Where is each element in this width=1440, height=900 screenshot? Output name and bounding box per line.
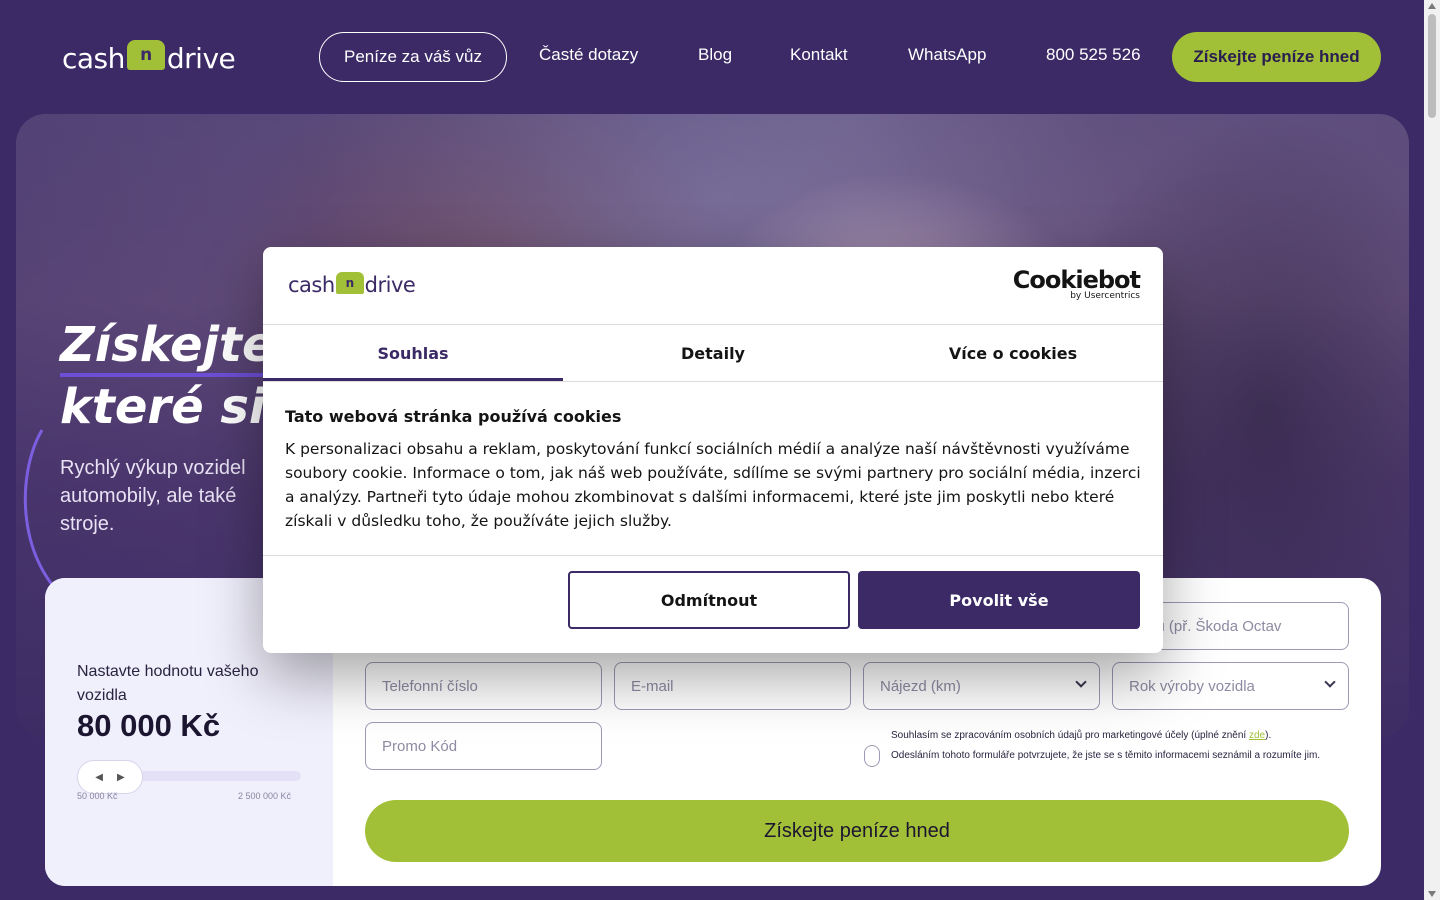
slider-max-label: 2 500 000 Kč (238, 791, 292, 801)
value-amount: 80 000 Kč (77, 708, 221, 743)
nav-link-whatsapp[interactable]: WhatsApp (908, 45, 986, 65)
deny-button[interactable]: Odmítnout (568, 571, 850, 629)
cookiebot-name: Cookiebot (1012, 266, 1141, 294)
slider-min-label: 50 000 Kč (77, 791, 118, 801)
mileage-select[interactable]: Nájezd (km) (863, 662, 1100, 710)
consent-text: Souhlasím se zpracováním osobních údajů … (891, 726, 1361, 766)
modal-logo-mark: n (335, 272, 364, 294)
consent-line1: Souhlasím se zpracováním osobních údajů … (891, 730, 1249, 741)
logo-text-right: drive (166, 41, 236, 75)
cookie-description: K personalizaci obsahu a reklam, poskyto… (285, 440, 1141, 530)
cookie-consent-dialog: cash n drive Cookiebot by Usercentrics S… (263, 247, 1163, 653)
value-label: Nastavte hodnotu vašeho vozidla (77, 663, 259, 704)
cookie-heading: Tato webová stránka používá cookies (285, 407, 622, 426)
nav-link-faq[interactable]: Časté dotazy (539, 45, 638, 65)
nav-link-phone[interactable]: 800 525 526 (1046, 45, 1141, 65)
cookiebot-logo[interactable]: Cookiebot by Usercentrics (1012, 266, 1141, 301)
logo[interactable]: cash n drive (62, 40, 236, 76)
scroll-up-icon[interactable] (1428, 3, 1436, 9)
modal-logo-left: cash (288, 273, 335, 297)
tab-about-cookies[interactable]: Více o cookies (863, 325, 1163, 381)
consent-link[interactable]: zde (1249, 730, 1265, 741)
site-header: cash n drive Peníze za váš vůz Časté dot… (0, 0, 1424, 114)
year-select[interactable]: Rok výroby vozidla (1112, 662, 1349, 710)
tab-details[interactable]: Detaily (563, 325, 863, 381)
chevron-down-icon (1075, 676, 1087, 688)
page-scrollbar[interactable] (1424, 0, 1440, 900)
year-select-label: Rok výroby vozidla (1129, 677, 1255, 695)
tab-consent[interactable]: Souhlas (263, 325, 563, 381)
logo-text-left: cash (62, 41, 125, 75)
chevron-left-icon: ◀ (95, 771, 103, 783)
submit-button[interactable]: Získejte peníze hned (365, 800, 1349, 862)
email-input[interactable]: E-mail (614, 662, 851, 710)
modal-logo: cash n drive (288, 272, 416, 297)
consent-line1-end: ). (1265, 730, 1272, 741)
hero-title: Získejte které si (60, 314, 275, 438)
chevron-down-icon (1324, 676, 1336, 688)
logo-mark: n (126, 40, 165, 70)
nav-money-for-car-button[interactable]: Peníze za váš vůz (319, 32, 507, 82)
nav-link-blog[interactable]: Blog (698, 45, 732, 65)
mileage-select-label: Nájezd (km) (880, 677, 961, 695)
hero-title-line1: Získejte (60, 317, 275, 377)
divider (263, 381, 1163, 382)
nav-link-contact[interactable]: Kontakt (790, 45, 848, 65)
divider (263, 555, 1163, 556)
consent-checkbox[interactable] (864, 745, 880, 767)
phone-input[interactable]: Telefonní číslo (365, 662, 602, 710)
scroll-down-icon[interactable] (1428, 891, 1436, 897)
header-cta-button[interactable]: Získejte peníze hned (1172, 32, 1381, 82)
promo-code-input[interactable]: Promo Kód (365, 722, 602, 770)
chevron-right-icon: ▶ (117, 771, 125, 783)
value-slider-handle[interactable]: ◀ ▶ (77, 760, 143, 794)
allow-all-button[interactable]: Povolit vše (858, 571, 1140, 629)
modal-logo-right: drive (364, 273, 416, 297)
scrollbar-thumb[interactable] (1428, 14, 1436, 118)
consent-line2: Odesláním tohoto formuláře potvrzujete, … (891, 750, 1321, 761)
